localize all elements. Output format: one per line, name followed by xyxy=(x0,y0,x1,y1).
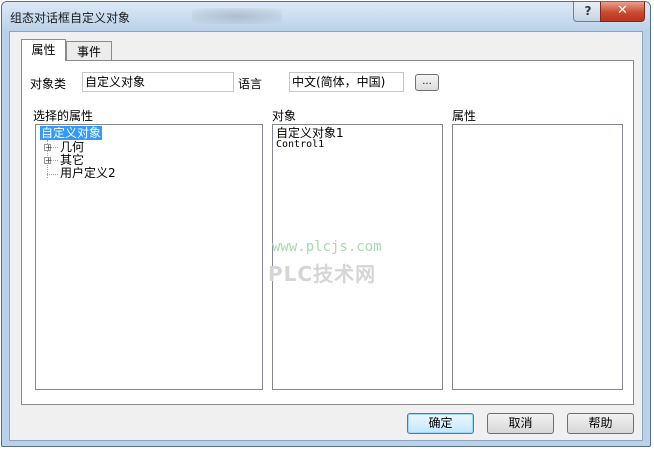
dialog-window: 组态对话框自定义对象 ? ✕ 属性 事件 对象类 自定义对象 语言 中文(简体，… xyxy=(1,1,651,447)
window-title: 组态对话框自定义对象 xyxy=(10,11,131,25)
language-field[interactable]: 中文(简体，中国) xyxy=(289,72,404,92)
title-bar[interactable]: 组态对话框自定义对象 ? ✕ xyxy=(2,2,650,30)
plus-expander-icon[interactable]: + xyxy=(44,157,52,165)
title-bar-glow xyxy=(192,8,282,24)
tab-events[interactable]: 事件 xyxy=(66,41,112,61)
selected-properties-tree[interactable]: 自定义对象 + 几何 + 其它 用户定义2 xyxy=(35,124,263,390)
tree-node-other[interactable]: 其它 xyxy=(60,153,84,167)
tree-node-root[interactable]: 自定义对象 xyxy=(40,126,103,140)
language-browse-button[interactable]: ... xyxy=(415,74,439,91)
object-class-field[interactable]: 自定义对象 xyxy=(82,72,234,92)
objects-list[interactable]: 自定义对象1 Control1 xyxy=(272,124,443,390)
tree-connector-line xyxy=(51,147,58,148)
plus-expander-icon[interactable]: + xyxy=(44,144,52,152)
watermark-url: www.plcjs.com xyxy=(272,239,382,255)
objects-label: 对象 xyxy=(272,109,297,123)
cancel-button[interactable]: 取消 xyxy=(487,413,554,434)
object-class-label: 对象类 xyxy=(30,77,67,91)
watermark-brand: PLC技术网 xyxy=(268,262,377,286)
help-button[interactable]: 帮助 xyxy=(567,413,634,434)
dialog-client-area: 属性 事件 对象类 自定义对象 语言 中文(简体，中国) ... 选择的属性 对… xyxy=(9,31,643,441)
object-list-item[interactable]: Control1 xyxy=(276,138,324,152)
tree-connector-line xyxy=(51,160,58,161)
properties-list[interactable] xyxy=(452,124,623,390)
help-icon[interactable]: ? xyxy=(573,2,603,22)
language-label: 语言 xyxy=(238,77,263,91)
tree-node-geometry[interactable]: 几何 xyxy=(60,140,84,154)
ok-button[interactable]: 确定 xyxy=(407,413,474,434)
tree-node-root-label: 自定义对象 xyxy=(40,126,103,140)
tab-properties[interactable]: 属性 xyxy=(21,39,66,61)
tree-connector-line xyxy=(47,174,58,175)
tree-node-user-defined[interactable]: 用户定义2 xyxy=(60,166,116,180)
selected-properties-label: 选择的属性 xyxy=(33,109,94,123)
close-icon[interactable]: ✕ xyxy=(600,2,645,22)
properties-label: 属性 xyxy=(452,109,477,123)
